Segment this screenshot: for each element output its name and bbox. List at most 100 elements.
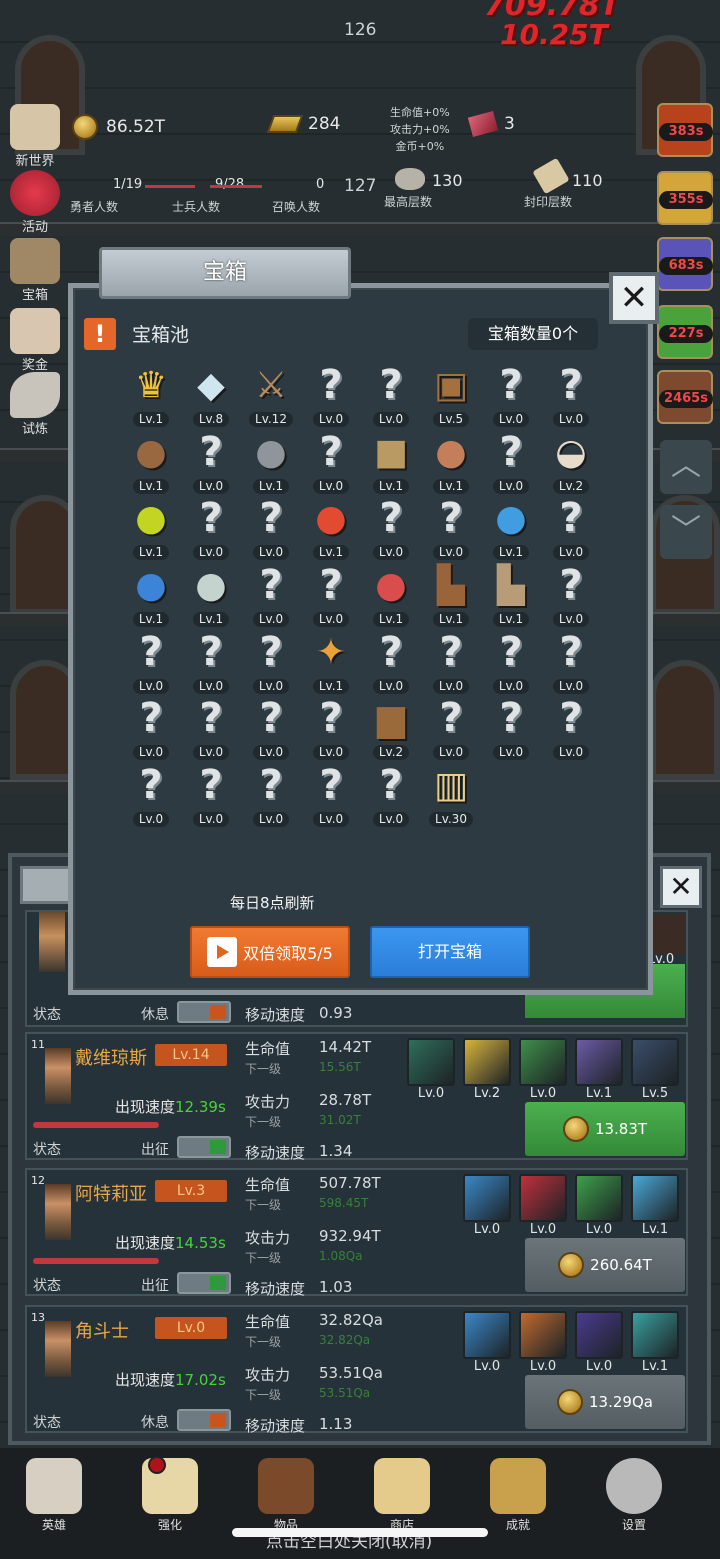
boot-icon[interactable] xyxy=(519,1038,567,1086)
chest-item-armor[interactable]: ▣ Lv.5 xyxy=(422,362,480,428)
chest-item-unknown[interactable]: ? Lv.0 xyxy=(542,695,600,761)
timer-slot[interactable]: 683s xyxy=(657,237,717,299)
timer-slot[interactable]: 227s xyxy=(657,305,717,367)
chest-item-beer-mug[interactable]: ▥ Lv.30 xyxy=(422,762,480,828)
chest-item-unknown[interactable]: ? Lv.0 xyxy=(542,495,600,561)
upgrade-button[interactable]: 13.29Qa xyxy=(525,1375,685,1429)
chest-item-unknown[interactable]: ? Lv.0 xyxy=(482,695,540,761)
chest-item-unknown[interactable]: ? Lv.0 xyxy=(242,495,300,561)
nav-candle[interactable]: 强化 xyxy=(125,1458,215,1533)
chest-item-red-bottle[interactable]: ● Lv.1 xyxy=(362,562,420,628)
deploy-toggle[interactable] xyxy=(177,1136,231,1158)
chest-item-unknown[interactable]: ? Lv.0 xyxy=(182,762,240,828)
chest-item-unknown[interactable]: ? Lv.0 xyxy=(182,629,240,695)
close-icon[interactable]: ✕ xyxy=(609,272,659,324)
chest-item-unknown[interactable]: ? Lv.0 xyxy=(302,429,360,495)
deploy-toggle[interactable] xyxy=(177,1409,231,1431)
blood-slash-icon[interactable] xyxy=(519,1174,567,1222)
chest-item-unknown[interactable]: ? Lv.0 xyxy=(122,629,180,695)
chest-item-torch[interactable]: ✦ Lv.1 xyxy=(302,629,360,695)
chest-item-unknown[interactable]: ? Lv.0 xyxy=(482,362,540,428)
nav-beer[interactable]: 商店 xyxy=(357,1458,447,1533)
chest-item-white-bottle[interactable]: ● Lv.1 xyxy=(182,562,240,628)
home-indicator[interactable] xyxy=(232,1528,488,1537)
chest-item-unknown[interactable]: ? Lv.0 xyxy=(242,562,300,628)
purple-boot-icon[interactable] xyxy=(575,1311,623,1359)
chest-item-unknown[interactable]: ? Lv.0 xyxy=(242,629,300,695)
chest-item-unknown[interactable]: ? Lv.0 xyxy=(302,695,360,761)
timer-slot[interactable]: 355s xyxy=(657,171,717,233)
chest-item-meat[interactable]: ● Lv.1 xyxy=(422,429,480,495)
chest-item-leather-boots[interactable]: ▙ Lv.1 xyxy=(422,562,480,628)
chest-item-big-blue-potion[interactable]: ● Lv.1 xyxy=(122,562,180,628)
hero-sprite[interactable] xyxy=(45,1184,71,1240)
upgrade-button[interactable]: 260.64T xyxy=(525,1238,685,1292)
side-menu-new-world[interactable]: 新世界 xyxy=(4,104,66,169)
chest-item-unknown[interactable]: ? Lv.0 xyxy=(242,695,300,761)
chest-item-unknown[interactable]: ? Lv.0 xyxy=(362,495,420,561)
chest-item-red-potion[interactable]: ● Lv.1 xyxy=(302,495,360,561)
chest-item-unknown[interactable]: ? Lv.0 xyxy=(302,362,360,428)
chest-item-unknown[interactable]: ? Lv.0 xyxy=(182,695,240,761)
chest-item-unknown[interactable]: ? Lv.0 xyxy=(362,362,420,428)
side-menu-chest[interactable]: 宝箱 xyxy=(4,238,66,303)
chest-item-unknown[interactable]: ? Lv.0 xyxy=(362,629,420,695)
green-leaf-icon[interactable] xyxy=(575,1174,623,1222)
chest-item-crown[interactable]: ♛ Lv.1 xyxy=(122,362,180,428)
bombs-icon[interactable] xyxy=(631,1038,679,1086)
chest-item-iron-helmet[interactable]: ● Lv.1 xyxy=(242,429,300,495)
chest-item-unknown[interactable]: ? Lv.0 xyxy=(302,762,360,828)
scroll-up-icon[interactable]: ︿ xyxy=(660,440,712,494)
chest-item-unknown[interactable]: ? Lv.0 xyxy=(542,562,600,628)
side-menu-event[interactable]: 活动 xyxy=(4,170,66,235)
chest-item-unknown[interactable]: ? Lv.0 xyxy=(122,695,180,761)
chest-item-unknown[interactable]: ? Lv.0 xyxy=(422,629,480,695)
timer-slot[interactable]: 383s xyxy=(657,103,717,165)
hero-sprite[interactable] xyxy=(45,1321,71,1377)
blue-shield-icon[interactable] xyxy=(463,1311,511,1359)
chest-item-unknown[interactable]: ? Lv.0 xyxy=(242,762,300,828)
chest-item-diamond[interactable]: ◆ Lv.8 xyxy=(182,362,240,428)
side-menu-trial[interactable]: 试炼 xyxy=(4,372,66,437)
chest-item-sword[interactable]: ⚔ Lv.12 xyxy=(242,362,300,428)
double-claim-button[interactable]: 双倍领取5/5 xyxy=(190,926,350,978)
chest-item-unknown[interactable]: ? Lv.0 xyxy=(122,762,180,828)
blade-icon[interactable] xyxy=(463,1038,511,1086)
upgrade-button[interactable]: 13.83T xyxy=(525,1102,685,1156)
chest-item-unknown[interactable]: ? Lv.0 xyxy=(542,362,600,428)
chest-item-unknown[interactable]: ? Lv.0 xyxy=(482,629,540,695)
chest-item-unknown[interactable]: ? Lv.0 xyxy=(182,495,240,561)
hourglass-icon[interactable] xyxy=(631,1311,679,1359)
nav-key[interactable]: 成就 xyxy=(473,1458,563,1533)
chest-item-rice-bowl[interactable]: ◒ Lv.2 xyxy=(542,429,600,495)
chest-item-yellow-potion[interactable]: ● Lv.1 xyxy=(122,495,180,561)
chest-item-unknown[interactable]: ? Lv.0 xyxy=(422,695,480,761)
chest-item-unknown[interactable]: ? Lv.0 xyxy=(542,629,600,695)
chest-item-backpack[interactable]: ▆ Lv.2 xyxy=(362,695,420,761)
chest-item-blue-potion[interactable]: ● Lv.1 xyxy=(482,495,540,561)
side-menu-bonus[interactable]: 奖金 xyxy=(4,308,66,373)
chest-item-unknown[interactable]: ? Lv.0 xyxy=(182,429,240,495)
nav-skull[interactable]: 英雄 xyxy=(9,1458,99,1533)
nav-gear[interactable]: 设置 xyxy=(589,1458,679,1533)
chest-item-gold-helmet[interactable]: ■ Lv.1 xyxy=(362,429,420,495)
chest-item-unknown[interactable]: ? Lv.0 xyxy=(302,562,360,628)
chest-item-cloth-boots[interactable]: ▙ Lv.1 xyxy=(482,562,540,628)
claw-icon[interactable] xyxy=(575,1038,623,1086)
heart-plus-icon[interactable] xyxy=(631,1174,679,1222)
red-shield-icon[interactable] xyxy=(463,1174,511,1222)
hero-sprite[interactable] xyxy=(45,1048,71,1104)
chest-item-unknown[interactable]: ? Lv.0 xyxy=(362,762,420,828)
timer-slot[interactable]: 2465s xyxy=(657,370,717,432)
chest-item-unknown[interactable]: ? Lv.0 xyxy=(422,495,480,561)
chest-item-unknown[interactable]: ? Lv.0 xyxy=(482,429,540,495)
skull-shield-icon[interactable] xyxy=(407,1038,455,1086)
deploy-toggle[interactable] xyxy=(177,1001,231,1023)
nav-book[interactable]: 物品 xyxy=(241,1458,331,1533)
scroll-down-icon[interactable]: ﹀ xyxy=(660,505,712,559)
deploy-toggle[interactable] xyxy=(177,1272,231,1294)
open-chest-button[interactable]: 打开宝箱 xyxy=(370,926,530,978)
axe-icon[interactable] xyxy=(519,1311,567,1359)
chest-item-leather-helmet[interactable]: ● Lv.1 xyxy=(122,429,180,495)
hero-list-close-icon[interactable]: ✕ xyxy=(660,866,702,908)
